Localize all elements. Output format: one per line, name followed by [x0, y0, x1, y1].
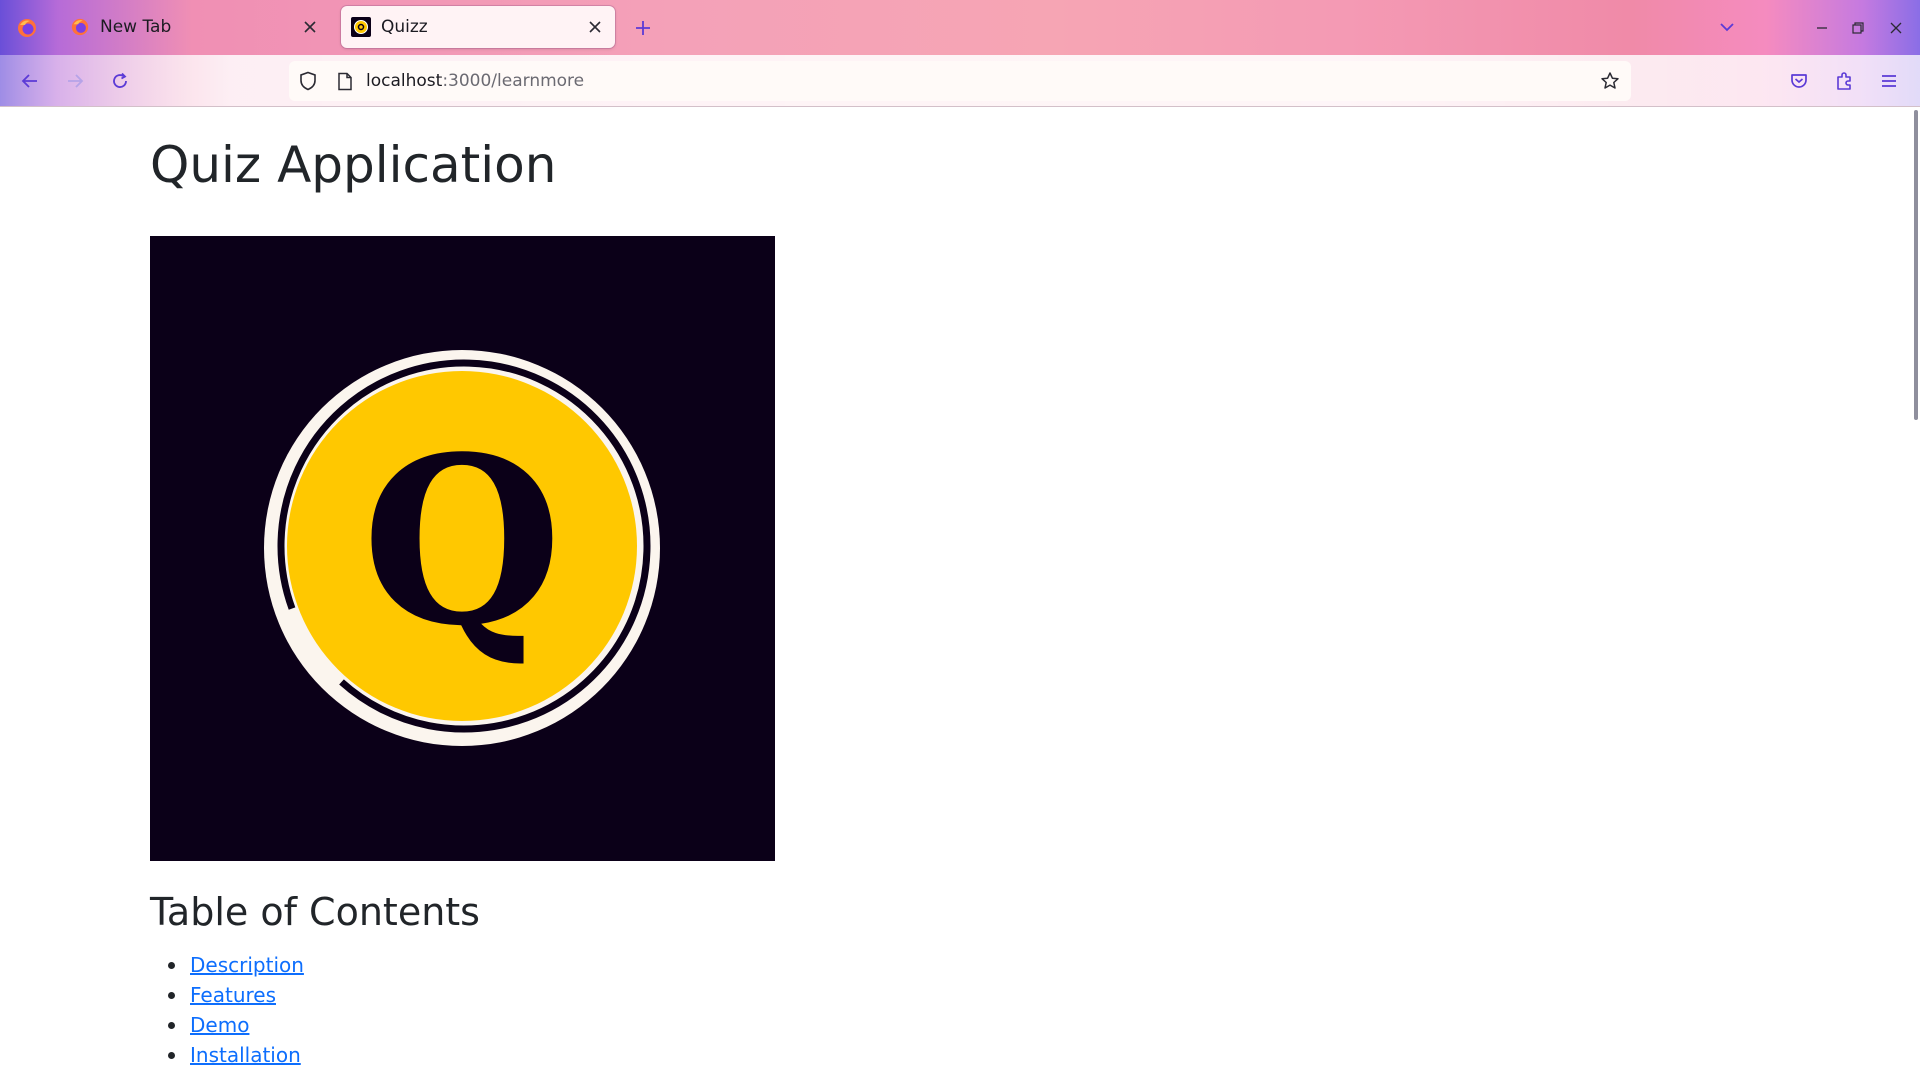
url-path: :3000/learnmore — [442, 71, 585, 91]
quiz-logo-image: Q — [150, 236, 775, 861]
url-text[interactable]: localhost:3000/learnmore — [366, 61, 584, 101]
restore-button[interactable] — [1844, 14, 1872, 42]
tab-new-tab[interactable]: New Tab — [60, 6, 330, 48]
url-host: localhost — [366, 71, 443, 91]
tab-title: Quizz — [381, 17, 428, 37]
back-button[interactable] — [14, 65, 46, 97]
new-tab-button[interactable] — [630, 15, 656, 41]
pocket-button[interactable] — [1783, 65, 1815, 97]
bookmark-star-icon[interactable] — [1599, 70, 1621, 92]
forward-button[interactable] — [59, 65, 91, 97]
page-scrollbar[interactable] — [1914, 110, 1918, 420]
quizz-favicon — [351, 17, 371, 37]
firefox-view-button[interactable] — [0, 0, 53, 55]
menu-button[interactable] — [1873, 65, 1905, 97]
close-icon[interactable] — [585, 17, 605, 37]
page-content: Quiz Application Q Table of Contents Des… — [0, 107, 1920, 1080]
chevron-down-icon — [1720, 23, 1734, 32]
reload-icon — [113, 72, 127, 88]
toc-link-description[interactable]: Description — [190, 953, 304, 977]
plus-icon — [636, 21, 650, 35]
puzzle-icon — [1837, 72, 1851, 90]
reload-button[interactable] — [104, 65, 136, 97]
list-item: Demo — [168, 1010, 304, 1040]
quiz-logo-icon: Q — [150, 236, 775, 861]
hamburger-icon — [1882, 75, 1896, 87]
list-item: Description — [168, 950, 304, 980]
toc-link-installation[interactable]: Installation — [190, 1043, 301, 1067]
browser-chrome: New Tab Quizz localhost:3000/learnmore — [0, 0, 1920, 107]
close-icon[interactable] — [300, 17, 320, 37]
minimize-button[interactable] — [1808, 14, 1836, 42]
extensions-button[interactable] — [1828, 65, 1860, 97]
tab-quizz[interactable]: Quizz — [341, 6, 615, 48]
list-all-tabs-button[interactable] — [1714, 14, 1740, 40]
shield-icon[interactable] — [297, 70, 319, 92]
toc-heading: Table of Contents — [150, 890, 480, 934]
list-item: Installation — [168, 1040, 304, 1070]
restore-icon — [1852, 22, 1864, 34]
toc-link-features[interactable]: Features — [190, 983, 276, 1007]
page-icon[interactable] — [334, 70, 356, 92]
firefox-icon — [71, 18, 89, 36]
pocket-icon — [1791, 74, 1807, 88]
arrow-right-icon — [68, 74, 84, 88]
close-window-button[interactable] — [1882, 14, 1910, 42]
tab-title: New Tab — [100, 17, 172, 37]
toc-list: Description Features Demo Installation — [150, 950, 304, 1070]
arrow-left-icon — [21, 74, 37, 88]
minimize-icon — [1817, 27, 1827, 29]
logo-letter: Q — [362, 407, 562, 677]
list-item: Features — [168, 980, 304, 1010]
toc-link-demo[interactable]: Demo — [190, 1013, 249, 1037]
address-bar[interactable]: localhost:3000/learnmore — [289, 61, 1631, 101]
page-title: Quiz Application — [150, 136, 557, 194]
close-icon — [1890, 22, 1902, 34]
firefox-icon — [17, 18, 36, 37]
tab-strip: New Tab Quizz — [0, 0, 1920, 55]
